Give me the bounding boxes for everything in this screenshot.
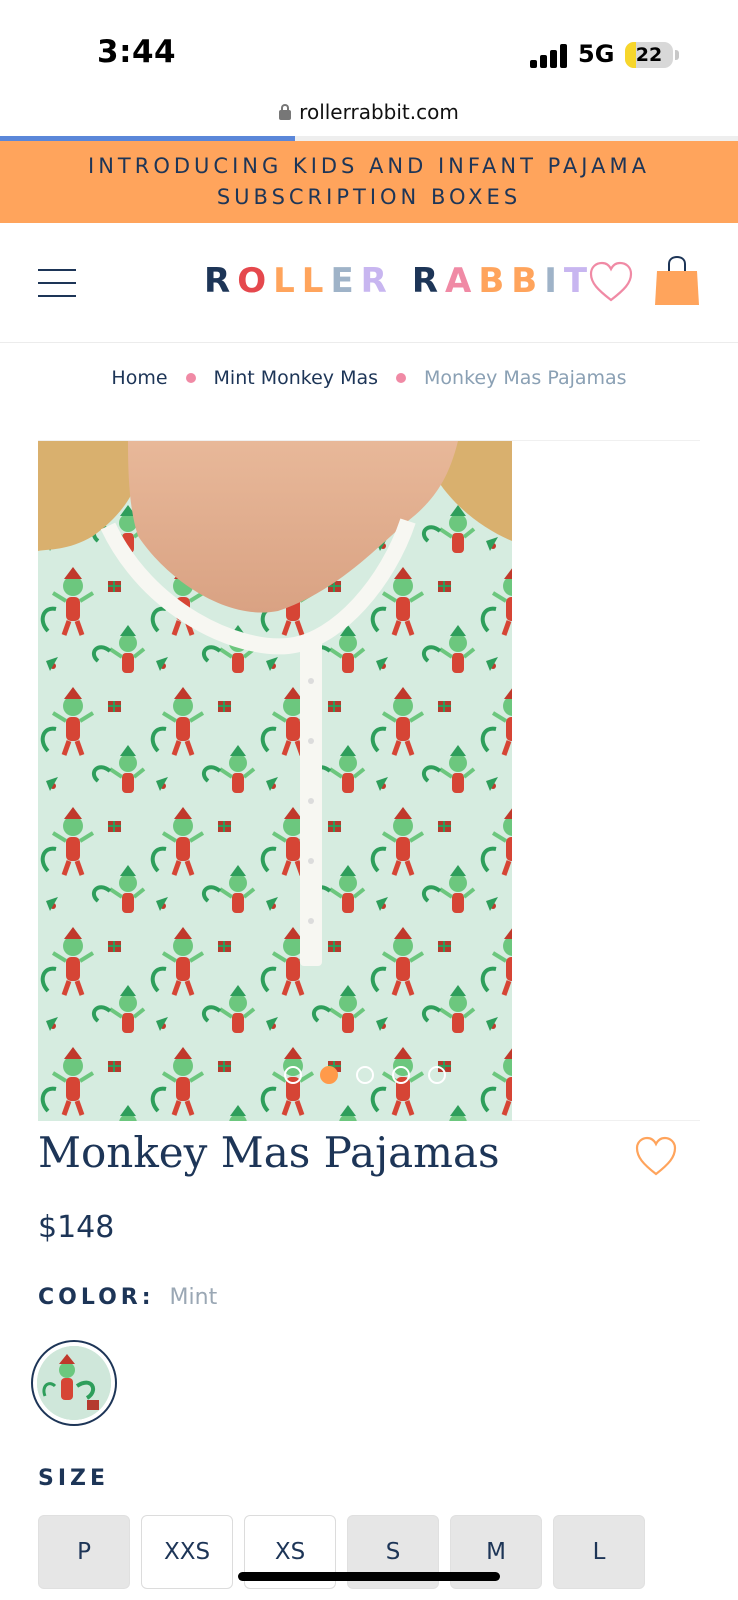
promo-banner[interactable]: INTRODUCING KIDS AND INFANT PAJAMA SUBSC… (0, 141, 738, 223)
carousel-dot[interactable] (284, 1066, 302, 1084)
carousel-dot[interactable] (320, 1066, 338, 1084)
site-header: ROLLERRABBIT (0, 223, 738, 343)
logo-letter: R (204, 261, 238, 301)
carousel-dot[interactable] (392, 1066, 410, 1084)
breadcrumb: Home Mint Monkey Mas Monkey Mas Pajamas (0, 360, 738, 396)
status-time: 3:44 (97, 34, 177, 70)
logo-letter: L (273, 261, 302, 301)
product-price: $148 (38, 1210, 115, 1245)
size-label: SIZE (38, 1466, 110, 1491)
logo-letter: B (478, 261, 512, 301)
address-bar[interactable]: rollerrabbit.com (0, 96, 738, 136)
logo-letter: L (301, 261, 331, 301)
logo-letter: R (360, 261, 394, 301)
product-title: Monkey Mas Pajamas (38, 1128, 500, 1177)
breadcrumb-separator (185, 373, 196, 383)
battery-icon: 22 (625, 42, 673, 68)
color-swatch-mint[interactable] (31, 1340, 117, 1426)
logo-letter: E (330, 261, 361, 301)
battery-level: 22 (635, 44, 663, 66)
carousel-dot[interactable] (428, 1066, 446, 1084)
heart-icon[interactable] (588, 259, 634, 305)
status-bar: 3:44 5G 22 (0, 0, 738, 96)
home-indicator[interactable] (238, 1572, 500, 1581)
breadcrumb-collection[interactable]: Mint Monkey Mas (214, 367, 379, 389)
breadcrumb-separator (396, 373, 407, 383)
logo-letter: O (237, 261, 274, 301)
logo-letter: I (544, 261, 564, 301)
shopping-bag-icon[interactable] (654, 255, 700, 307)
carousel-dot[interactable] (356, 1066, 374, 1084)
breadcrumb-current: Monkey Mas Pajamas (424, 367, 627, 389)
logo-letter: R (411, 261, 446, 301)
site-logo[interactable]: ROLLERRABBIT (204, 259, 594, 303)
size-option-p[interactable]: P (38, 1515, 130, 1589)
product-gallery[interactable] (38, 440, 700, 1121)
breadcrumb-home[interactable]: Home (111, 367, 167, 389)
promo-text: INTRODUCING KIDS AND INFANT PAJAMA SUBSC… (88, 154, 650, 209)
logo-letter: B (511, 261, 545, 301)
color-value: Mint (169, 1285, 218, 1310)
logo-letter: A (445, 261, 479, 301)
color-selector-label: COLOR: Mint (38, 1285, 217, 1310)
hamburger-icon[interactable] (38, 267, 76, 299)
carousel-dots (284, 1066, 446, 1084)
wishlist-heart-icon[interactable] (634, 1134, 678, 1178)
url-text: rollerrabbit.com (299, 100, 459, 124)
network-type: 5G (578, 40, 615, 68)
size-option-l[interactable]: L (553, 1515, 645, 1589)
product-image[interactable] (38, 441, 512, 1121)
size-option-xxs[interactable]: XXS (141, 1515, 233, 1589)
lock-icon (279, 104, 292, 120)
signal-icon (530, 44, 570, 68)
color-label: COLOR: (38, 1285, 155, 1310)
